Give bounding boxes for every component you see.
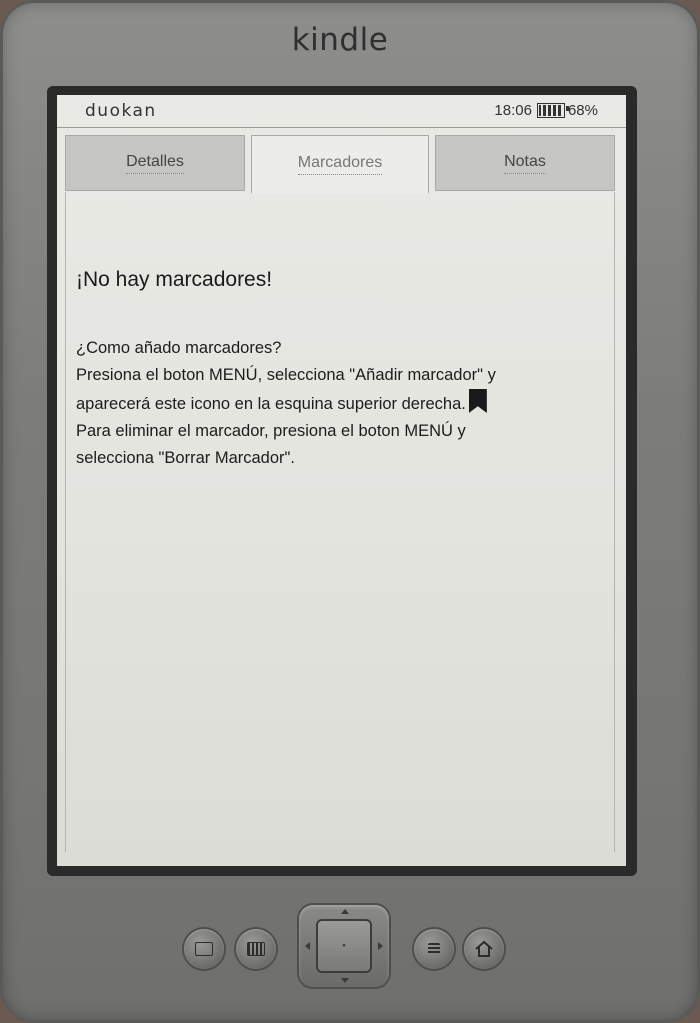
- kindle-device: kindle duokan 18:06 68% Detalles Marcado…: [0, 0, 700, 1023]
- back-icon: [195, 942, 213, 956]
- e-ink-screen: duokan 18:06 68% Detalles Marcadores Not…: [57, 95, 626, 866]
- bookmark-icon: [468, 389, 487, 413]
- empty-state-title: ¡No hay marcadores!: [76, 268, 273, 291]
- dpad-right-icon[interactable]: [378, 942, 383, 950]
- status-bar: duokan 18:06 68%: [57, 95, 626, 128]
- dpad-down-icon[interactable]: [341, 978, 349, 983]
- back-button[interactable]: [184, 929, 224, 969]
- tab-detalles[interactable]: Detalles: [65, 135, 245, 191]
- five-way-controller[interactable]: •: [299, 905, 389, 987]
- tab-detalles-label: Detalles: [126, 153, 184, 174]
- keyboard-button[interactable]: [236, 929, 276, 969]
- home-button[interactable]: [464, 929, 504, 969]
- help-line-2-wrapper: aparecerá este icono en la esquina super…: [76, 389, 606, 418]
- help-line-3: Para eliminar el marcador, presiona el b…: [76, 422, 466, 440]
- device-brand-logo: kindle: [291, 22, 389, 58]
- menu-button[interactable]: [414, 929, 454, 969]
- battery-percent: 68%: [567, 102, 598, 119]
- home-icon: [475, 940, 493, 957]
- help-line-1: Presiona el boton MENÚ, selecciona "Añad…: [76, 366, 496, 384]
- tab-notas[interactable]: Notas: [435, 135, 615, 191]
- keyboard-icon: [247, 942, 265, 956]
- menu-icon: [428, 943, 440, 955]
- help-question: ¿Como añado marcadores?: [76, 339, 282, 357]
- help-line-2: aparecerá este icono en la esquina super…: [76, 395, 466, 413]
- dpad-left-icon[interactable]: [305, 942, 310, 950]
- app-name: duokan: [85, 101, 157, 121]
- select-dot-icon: •: [342, 940, 346, 952]
- help-line-4: selecciona "Borrar Marcador".: [76, 449, 295, 467]
- tab-notas-label: Notas: [504, 153, 546, 174]
- dpad-up-icon[interactable]: [341, 909, 349, 914]
- tab-marcadores[interactable]: Marcadores: [251, 135, 429, 193]
- battery-icon: [536, 103, 569, 118]
- clock: 18:06: [494, 102, 532, 119]
- status-indicators: 18:06 68%: [494, 102, 598, 119]
- help-text: ¿Como añado marcadores? Presiona el boto…: [76, 335, 606, 472]
- tab-bar: Detalles Marcadores Notas: [65, 135, 615, 193]
- select-button[interactable]: •: [316, 919, 372, 973]
- tab-marcadores-label: Marcadores: [297, 154, 383, 175]
